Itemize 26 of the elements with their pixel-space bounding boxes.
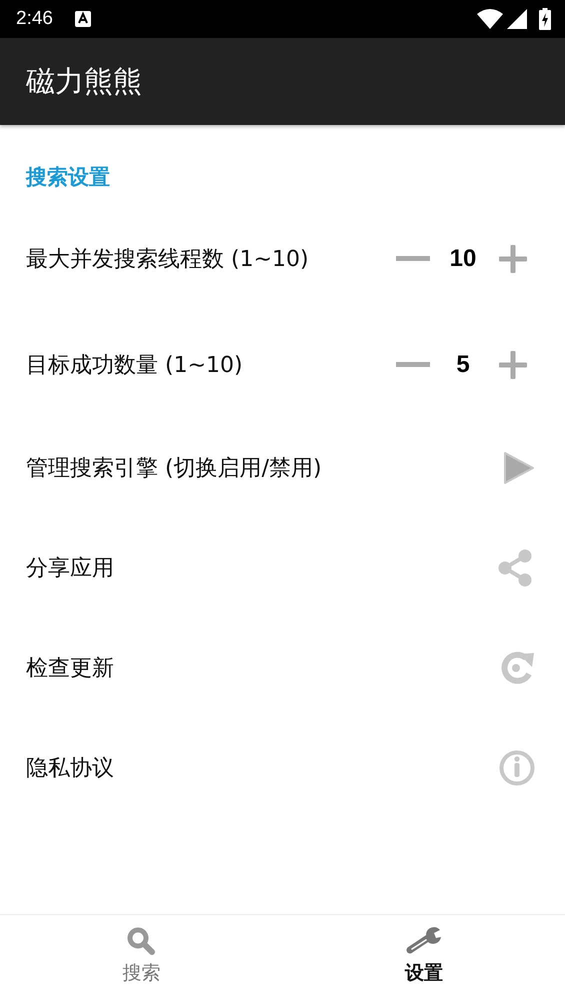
setting-label[interactable]: 管理搜索引擎 (切换启用/禁用) xyxy=(26,453,503,483)
setting-label[interactable]: 隐私协议 xyxy=(26,753,499,783)
stepper-value: 5 xyxy=(455,351,471,379)
status-time: 2:46 xyxy=(16,8,53,30)
wrench-icon xyxy=(406,926,442,956)
setting-label[interactable]: 检查更新 xyxy=(26,653,499,683)
minus-icon xyxy=(396,362,430,368)
minus-icon xyxy=(396,256,430,262)
notification-icon xyxy=(74,11,91,27)
plus-icon xyxy=(499,245,527,273)
wifi-icon xyxy=(477,9,503,29)
signal-icon xyxy=(507,9,527,29)
plus-icon xyxy=(499,351,527,379)
section-header: 搜索设置 xyxy=(24,164,111,191)
battery-icon xyxy=(539,8,551,30)
search-icon xyxy=(126,926,156,956)
app-title: 磁力熊熊 xyxy=(26,62,142,100)
setting-label: 最大并发搜索线程数 (1~10) xyxy=(26,246,310,274)
refresh-icon xyxy=(499,650,535,686)
setting-label[interactable]: 分享应用 xyxy=(26,553,497,583)
play-icon xyxy=(503,451,535,485)
setting-label: 目标成功数量 (1~10) xyxy=(26,352,244,380)
nav-tab[interactable]: 搜索 xyxy=(0,915,282,997)
info-icon xyxy=(499,750,535,786)
nav-tab[interactable]: 设置 xyxy=(282,915,565,997)
stepper-value: 10 xyxy=(448,245,478,273)
